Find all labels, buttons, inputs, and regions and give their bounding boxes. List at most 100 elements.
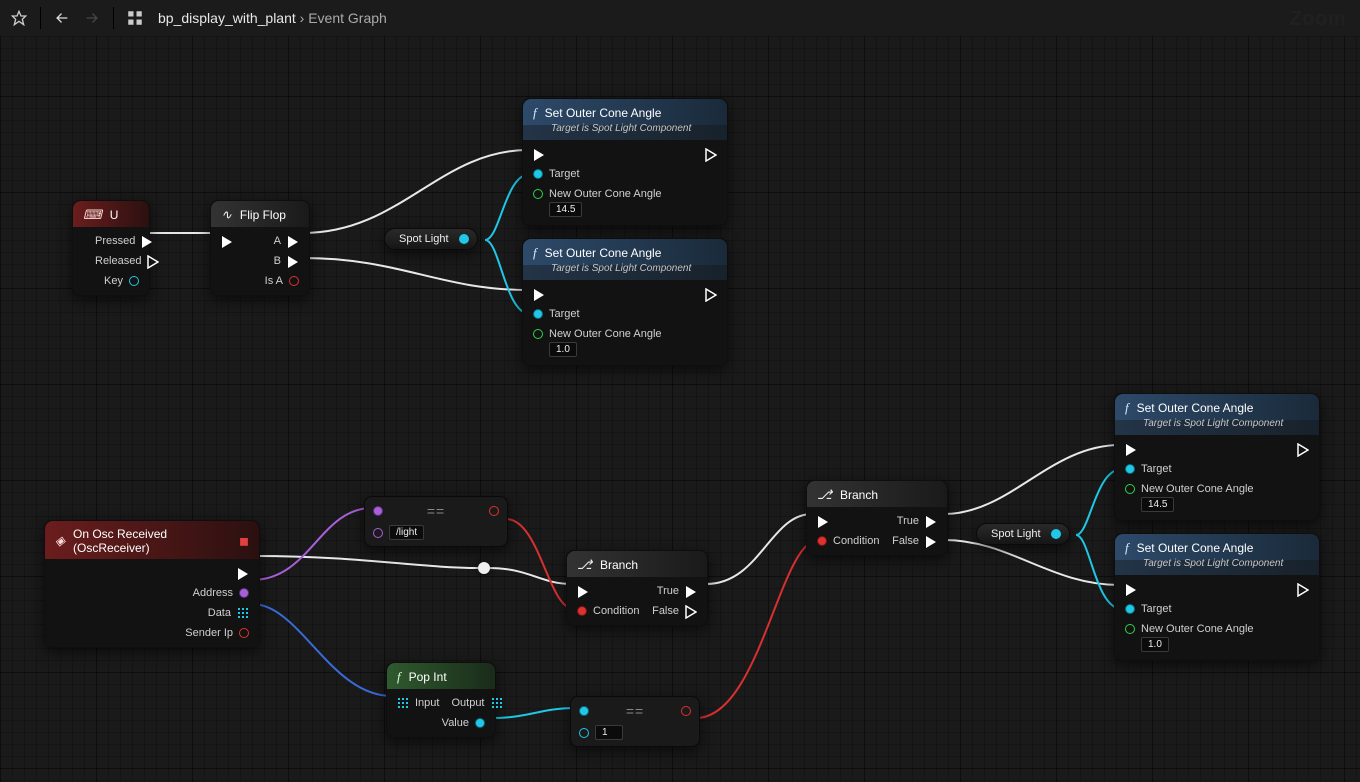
pin-value[interactable] [475,718,485,728]
equals-value[interactable]: 1 [595,725,623,740]
pin-angle[interactable] [1125,624,1135,634]
node-set-cone-4[interactable]: f Set Outer Cone Angle Target is Spot Li… [1114,533,1320,661]
pin-angle[interactable] [1125,484,1135,494]
angle-value[interactable]: 14.5 [549,202,582,217]
blueprint-icon[interactable] [122,5,148,31]
pin-true-label: True [657,585,679,597]
pin-target[interactable] [533,309,543,319]
pin-key-out[interactable] [129,276,139,286]
pin-target[interactable] [1125,604,1135,614]
node-title: Set Outer Cone Angle [545,246,662,260]
exec-out-icon[interactable] [237,567,249,579]
node-header[interactable]: ⎇ Branch [807,481,947,507]
node-branch-1[interactable]: ⎇ Branch True Condition False [566,550,708,626]
exec-out-icon[interactable] [705,288,717,300]
exec-in-icon[interactable] [221,235,233,247]
pin-a[interactable] [373,506,383,516]
var-spotlight-2[interactable]: Spot Light [976,523,1070,545]
node-pop-int[interactable]: f Pop Int Input Output Value [386,662,496,738]
pin-condition[interactable] [577,606,587,616]
pin-address[interactable] [239,588,249,598]
function-icon: f [1125,400,1129,416]
favorite-icon[interactable] [6,5,32,31]
exec-true[interactable] [685,585,697,597]
pin-angle-label: New Outer Cone Angle [549,188,662,200]
node-header[interactable]: f Set Outer Cone Angle [523,239,727,265]
angle-value[interactable]: 1.0 [1141,637,1169,652]
node-header[interactable]: f Set Outer Cone Angle [1115,394,1319,420]
var-out-pin[interactable] [459,234,469,244]
pin-isa: Is A [265,275,283,287]
node-branch-2[interactable]: ⎇ Branch True Condition False [806,480,948,556]
function-icon: f [533,105,537,121]
node-subtitle: Target is Spot Light Component [523,123,727,140]
node-title: Set Outer Cone Angle [1137,541,1254,555]
node-set-cone-1[interactable]: f Set Outer Cone Angle Target is Spot Li… [522,98,728,226]
node-header[interactable]: f Set Outer Cone Angle [1115,534,1319,560]
separator [113,7,114,29]
node-equals-string[interactable]: == /light [364,496,508,547]
node-header[interactable]: f Set Outer Cone Angle [523,99,727,125]
pin-senderip[interactable] [239,628,249,638]
var-out-pin[interactable] [1051,529,1061,539]
exec-false[interactable] [925,535,937,547]
equals-value[interactable]: /light [389,525,424,540]
node-osc-received[interactable]: ◈ On Osc Received (OscReceiver) ◼ Addres… [44,520,260,648]
node-input-u[interactable]: ⌨ U Pressed Released Key [72,200,150,296]
pin-input-label: Input [415,697,439,709]
pin-result[interactable] [489,506,499,516]
pin-angle[interactable] [533,329,543,339]
pin-address-label: Address [193,587,233,599]
node-header[interactable]: ∿ Flip Flop [211,201,309,227]
reroute-knot[interactable] [478,562,490,574]
pin-target-label: Target [1141,603,1172,615]
exec-in-icon[interactable] [1125,583,1137,595]
pin-input[interactable] [397,697,409,709]
var-spotlight-1[interactable]: Spot Light [384,228,478,250]
pin-result[interactable] [681,706,691,716]
pin-angle[interactable] [533,189,543,199]
exec-out-icon[interactable] [1297,443,1309,455]
pin-condition[interactable] [817,536,827,546]
breadcrumb[interactable]: bp_display_with_plant › Event Graph [158,10,387,26]
exec-out-icon[interactable] [147,255,159,267]
node-set-cone-2[interactable]: f Set Outer Cone Angle Target is Spot Li… [522,238,728,366]
pin-b[interactable] [579,728,589,738]
node-equals-int[interactable]: == 1 [570,696,700,747]
pin-b[interactable] [373,528,383,538]
exec-in-icon[interactable] [533,148,545,160]
breadcrumb-graph[interactable]: Event Graph [308,10,387,26]
exec-in-icon[interactable] [533,288,545,300]
pin-target[interactable] [533,169,543,179]
pin-isa-out[interactable] [289,276,299,286]
node-set-cone-3[interactable]: f Set Outer Cone Angle Target is Spot Li… [1114,393,1320,521]
exec-in-icon[interactable] [577,585,589,597]
exec-out-icon[interactable] [287,255,299,267]
angle-value[interactable]: 1.0 [549,342,577,357]
pin-target[interactable] [1125,464,1135,474]
exec-out-icon[interactable] [141,235,153,247]
exec-out-icon[interactable] [287,235,299,247]
pin-output[interactable] [491,697,503,709]
node-header[interactable]: ⎇ Branch [567,551,707,577]
exec-false[interactable] [685,605,697,617]
var-label: Spot Light [399,233,449,245]
pin-released: Released [95,255,141,267]
exec-in-icon[interactable] [1125,443,1137,455]
back-button[interactable] [49,5,75,31]
forward-button[interactable] [79,5,105,31]
exec-out-icon[interactable] [705,148,717,160]
pin-data[interactable] [237,607,249,619]
angle-value[interactable]: 14.5 [1141,497,1174,512]
node-flipflop[interactable]: ∿ Flip Flop A B Is A [210,200,310,296]
pin-a[interactable] [579,706,589,716]
node-header[interactable]: f Pop Int [387,663,495,689]
exec-true[interactable] [925,515,937,527]
node-header[interactable]: ⌨ U [73,201,149,227]
node-header[interactable]: ◈ On Osc Received (OscReceiver) ◼ [45,521,259,559]
breadcrumb-sep: › [300,10,305,26]
breadcrumb-bp[interactable]: bp_display_with_plant [158,10,296,26]
exec-out-icon[interactable] [1297,583,1309,595]
exec-in-icon[interactable] [817,515,829,527]
graph-canvas[interactable]: ⌨ U Pressed Released Key ∿ Flip Flop A B… [0,0,1360,782]
